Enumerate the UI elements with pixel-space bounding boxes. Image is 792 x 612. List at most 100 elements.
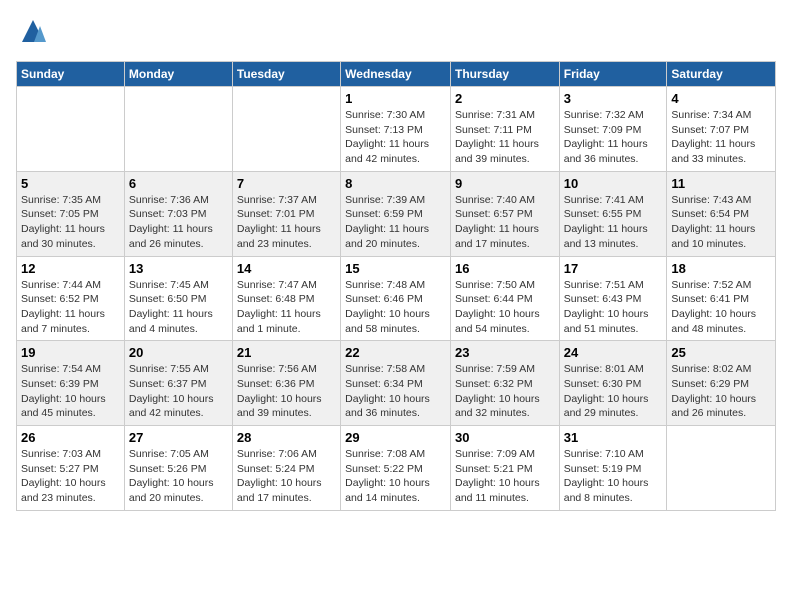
calendar-cell: 5 Sunrise: 7:35 AMSunset: 7:05 PMDaylight… [17, 171, 125, 256]
day-number: 15 [345, 261, 446, 276]
calendar-cell: 28 Sunrise: 7:06 AMSunset: 5:24 PMDayligh… [232, 426, 340, 511]
day-info: Sunrise: 7:03 AMSunset: 5:27 PMDaylight:… [21, 447, 120, 506]
day-number: 12 [21, 261, 120, 276]
day-number: 9 [455, 176, 555, 191]
day-info: Sunrise: 7:31 AMSunset: 7:11 PMDaylight:… [455, 108, 555, 167]
day-info: Sunrise: 7:43 AMSunset: 6:54 PMDaylight:… [671, 193, 771, 252]
calendar-cell: 27 Sunrise: 7:05 AMSunset: 5:26 PMDayligh… [124, 426, 232, 511]
day-info: Sunrise: 7:50 AMSunset: 6:44 PMDaylight:… [455, 278, 555, 337]
calendar-cell: 29 Sunrise: 7:08 AMSunset: 5:22 PMDayligh… [341, 426, 451, 511]
day-number: 2 [455, 91, 555, 106]
calendar-week-row: 26 Sunrise: 7:03 AMSunset: 5:27 PMDayligh… [17, 426, 776, 511]
day-number: 21 [237, 345, 336, 360]
day-info: Sunrise: 7:48 AMSunset: 6:46 PMDaylight:… [345, 278, 446, 337]
calendar-cell: 4 Sunrise: 7:34 AMSunset: 7:07 PMDaylight… [667, 87, 776, 172]
day-number: 11 [671, 176, 771, 191]
day-info: Sunrise: 7:55 AMSunset: 6:37 PMDaylight:… [129, 362, 228, 421]
day-number: 13 [129, 261, 228, 276]
day-number: 27 [129, 430, 228, 445]
day-info: Sunrise: 7:52 AMSunset: 6:41 PMDaylight:… [671, 278, 771, 337]
logo [16, 16, 48, 51]
day-info: Sunrise: 8:02 AMSunset: 6:29 PMDaylight:… [671, 362, 771, 421]
calendar-cell: 10Sunrise: 7:41 AMSunset: 6:55 PMDayligh… [559, 171, 667, 256]
day-number: 14 [237, 261, 336, 276]
calendar-cell: 9 Sunrise: 7:40 AMSunset: 6:57 PMDaylight… [450, 171, 559, 256]
day-number: 19 [21, 345, 120, 360]
day-info: Sunrise: 7:47 AMSunset: 6:48 PMDaylight:… [237, 278, 336, 337]
calendar: SundayMondayTuesdayWednesdayThursdayFrid… [16, 61, 776, 511]
logo-text [16, 16, 48, 51]
calendar-cell: 18 Sunrise: 7:52 AMSunset: 6:41 PMDayligh… [667, 256, 776, 341]
calendar-cell: 3 Sunrise: 7:32 AMSunset: 7:09 PMDaylight… [559, 87, 667, 172]
day-number: 16 [455, 261, 555, 276]
weekday-header: Thursday [450, 62, 559, 87]
calendar-cell: 24 Sunrise: 8:01 AMSunset: 6:30 PMDayligh… [559, 341, 667, 426]
day-info: Sunrise: 7:36 AMSunset: 7:03 PMDaylight:… [129, 193, 228, 252]
day-info: Sunrise: 7:06 AMSunset: 5:24 PMDaylight:… [237, 447, 336, 506]
calendar-cell: 14 Sunrise: 7:47 AMSunset: 6:48 PMDayligh… [232, 256, 340, 341]
day-info: Sunrise: 7:32 AMSunset: 7:09 PMDaylight:… [564, 108, 663, 167]
day-number: 20 [129, 345, 228, 360]
day-number: 3 [564, 91, 663, 106]
day-info: Sunrise: 7:45 AMSunset: 6:50 PMDaylight:… [129, 278, 228, 337]
calendar-week-row: 12Sunrise: 7:44 AMSunset: 6:52 PMDayligh… [17, 256, 776, 341]
day-number: 10 [564, 176, 663, 191]
day-info: Sunrise: 7:10 AMSunset: 5:19 PMDaylight:… [564, 447, 663, 506]
calendar-cell: 25 Sunrise: 8:02 AMSunset: 6:29 PMDayligh… [667, 341, 776, 426]
page-header [16, 16, 776, 51]
calendar-week-row: 19 Sunrise: 7:54 AMSunset: 6:39 PMDayligh… [17, 341, 776, 426]
day-info: Sunrise: 7:54 AMSunset: 6:39 PMDaylight:… [21, 362, 120, 421]
calendar-cell: 23 Sunrise: 7:59 AMSunset: 6:32 PMDayligh… [450, 341, 559, 426]
logo-icon [18, 16, 48, 46]
day-number: 28 [237, 430, 336, 445]
day-number: 25 [671, 345, 771, 360]
calendar-cell: 16 Sunrise: 7:50 AMSunset: 6:44 PMDayligh… [450, 256, 559, 341]
weekday-header: Tuesday [232, 62, 340, 87]
day-number: 5 [21, 176, 120, 191]
day-number: 8 [345, 176, 446, 191]
day-number: 17 [564, 261, 663, 276]
weekday-header: Sunday [17, 62, 125, 87]
day-number: 29 [345, 430, 446, 445]
day-info: Sunrise: 7:58 AMSunset: 6:34 PMDaylight:… [345, 362, 446, 421]
calendar-cell [17, 87, 125, 172]
calendar-header-row: SundayMondayTuesdayWednesdayThursdayFrid… [17, 62, 776, 87]
day-number: 23 [455, 345, 555, 360]
day-number: 1 [345, 91, 446, 106]
calendar-cell: 15 Sunrise: 7:48 AMSunset: 6:46 PMDayligh… [341, 256, 451, 341]
day-number: 7 [237, 176, 336, 191]
day-number: 26 [21, 430, 120, 445]
calendar-cell: 11 Sunrise: 7:43 AMSunset: 6:54 PMDayligh… [667, 171, 776, 256]
day-number: 22 [345, 345, 446, 360]
day-number: 6 [129, 176, 228, 191]
calendar-cell: 13 Sunrise: 7:45 AMSunset: 6:50 PMDayligh… [124, 256, 232, 341]
weekday-header: Monday [124, 62, 232, 87]
day-info: Sunrise: 7:56 AMSunset: 6:36 PMDaylight:… [237, 362, 336, 421]
day-info: Sunrise: 7:34 AMSunset: 7:07 PMDaylight:… [671, 108, 771, 167]
calendar-cell: 17Sunrise: 7:51 AMSunset: 6:43 PMDayligh… [559, 256, 667, 341]
calendar-cell: 6 Sunrise: 7:36 AMSunset: 7:03 PMDaylight… [124, 171, 232, 256]
day-number: 24 [564, 345, 663, 360]
day-info: Sunrise: 7:08 AMSunset: 5:22 PMDaylight:… [345, 447, 446, 506]
day-info: Sunrise: 8:01 AMSunset: 6:30 PMDaylight:… [564, 362, 663, 421]
day-number: 4 [671, 91, 771, 106]
calendar-cell: 21 Sunrise: 7:56 AMSunset: 6:36 PMDayligh… [232, 341, 340, 426]
day-info: Sunrise: 7:05 AMSunset: 5:26 PMDaylight:… [129, 447, 228, 506]
calendar-cell: 19 Sunrise: 7:54 AMSunset: 6:39 PMDayligh… [17, 341, 125, 426]
calendar-cell [232, 87, 340, 172]
calendar-cell: 1Sunrise: 7:30 AMSunset: 7:13 PMDaylight… [341, 87, 451, 172]
day-info: Sunrise: 7:59 AMSunset: 6:32 PMDaylight:… [455, 362, 555, 421]
calendar-cell: 30Sunrise: 7:09 AMSunset: 5:21 PMDayligh… [450, 426, 559, 511]
day-info: Sunrise: 7:40 AMSunset: 6:57 PMDaylight:… [455, 193, 555, 252]
calendar-cell: 7Sunrise: 7:37 AMSunset: 7:01 PMDaylight… [232, 171, 340, 256]
day-info: Sunrise: 7:35 AMSunset: 7:05 PMDaylight:… [21, 193, 120, 252]
weekday-header: Wednesday [341, 62, 451, 87]
day-info: Sunrise: 7:39 AMSunset: 6:59 PMDaylight:… [345, 193, 446, 252]
day-number: 30 [455, 430, 555, 445]
calendar-cell: 2 Sunrise: 7:31 AMSunset: 7:11 PMDaylight… [450, 87, 559, 172]
calendar-cell: 20 Sunrise: 7:55 AMSunset: 6:37 PMDayligh… [124, 341, 232, 426]
day-number: 18 [671, 261, 771, 276]
calendar-cell: 31Sunrise: 7:10 AMSunset: 5:19 PMDayligh… [559, 426, 667, 511]
calendar-cell [124, 87, 232, 172]
calendar-cell: 12Sunrise: 7:44 AMSunset: 6:52 PMDayligh… [17, 256, 125, 341]
